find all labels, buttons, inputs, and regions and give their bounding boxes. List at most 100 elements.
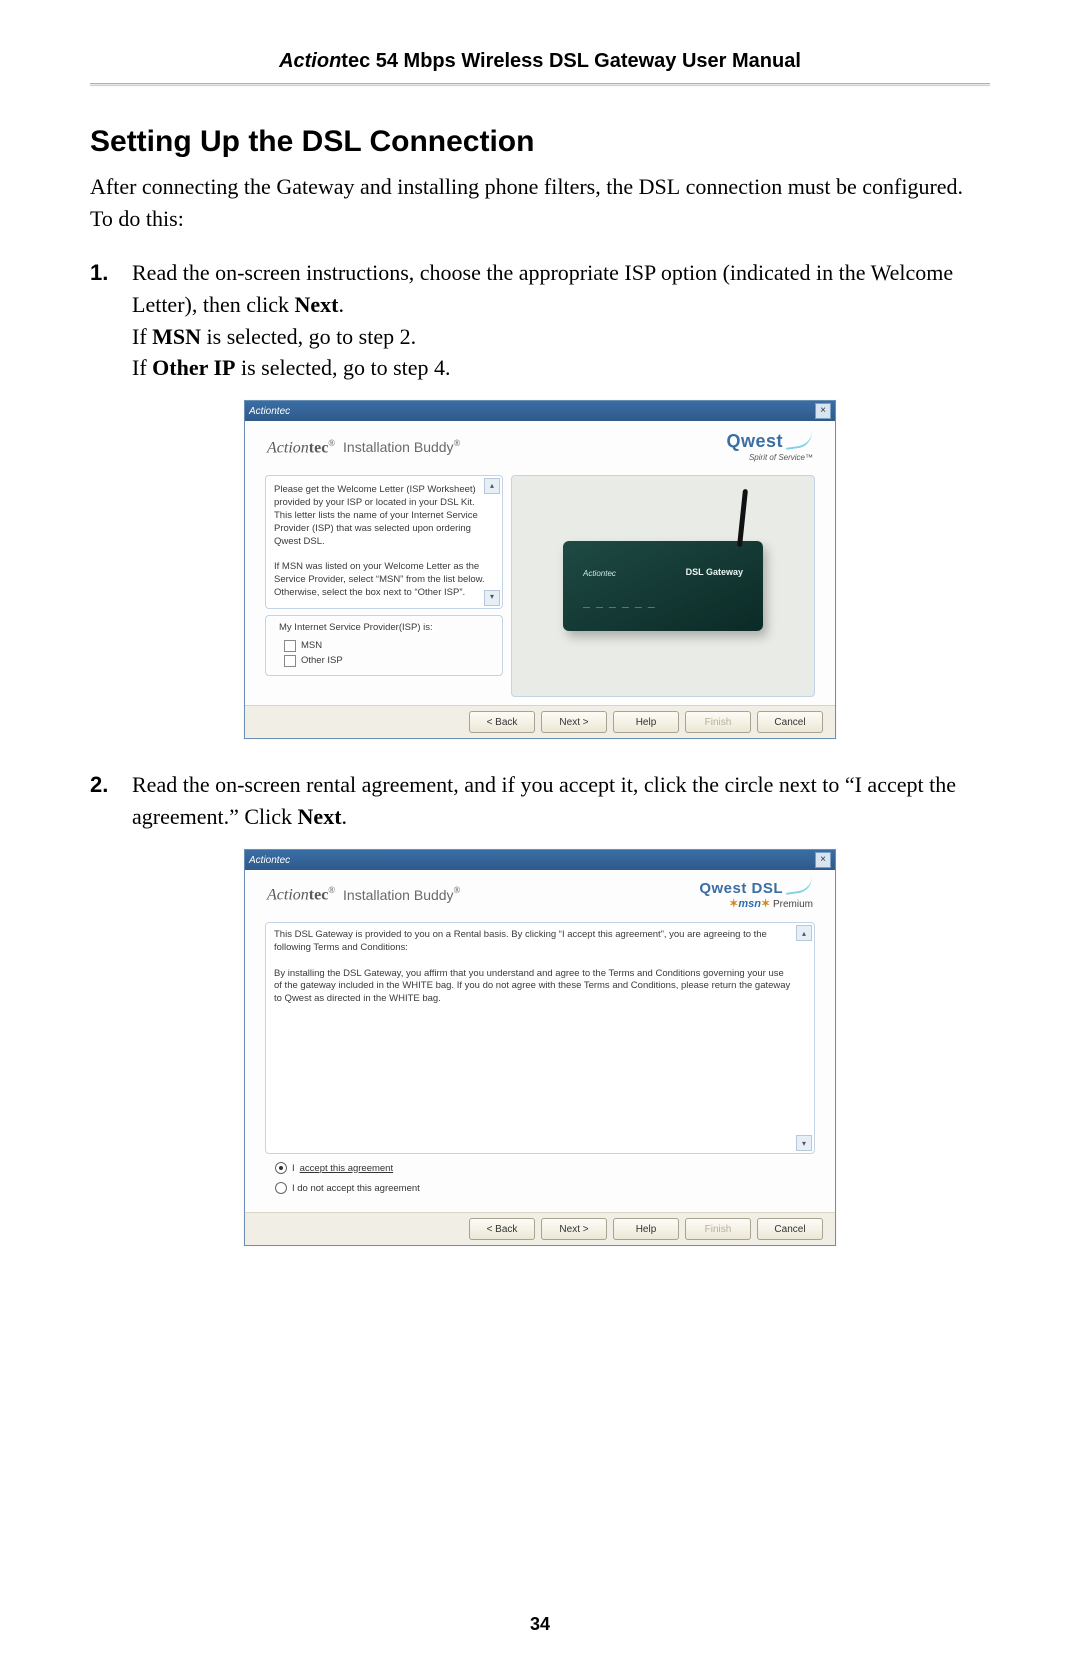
agreement-p1: This DSL Gateway is provided to you on a… — [274, 929, 792, 955]
dialog1-button-bar: < Back Next > Help Finish Cancel — [245, 705, 835, 738]
checkbox-icon[interactable] — [284, 655, 296, 667]
dialog2-brand-sub: Installation Buddy — [339, 887, 453, 903]
qwest-text: Qwest — [726, 431, 783, 452]
agreement-p2: By installing the DSL Gateway, you affir… — [274, 968, 792, 1006]
isp-fieldset: My Internet Service Provider(ISP) is: MS… — [265, 615, 503, 676]
qwest-dsl-text: Qwest DSL — [699, 880, 783, 897]
msn-butterfly-icon: ✶ — [761, 898, 770, 910]
manual-page: Actiontec 54 Mbps Wireless DSL Gateway U… — [0, 0, 1080, 1669]
dialog1-brand-sub: Installation Buddy — [339, 439, 453, 455]
agreement-panel: ▴ This DSL Gateway is provided to you on… — [265, 922, 815, 1154]
dialog2-brand-it: Action — [267, 887, 309, 904]
dialog1-header: Actiontec® Installation Buddy® Qwest Spi… — [245, 421, 835, 469]
dialog1-brand-sub-tm: ® — [454, 438, 461, 448]
dialog2-brand-sub-tm: ® — [454, 885, 461, 895]
router-brand-label: Actiontec — [583, 569, 616, 578]
router-image-panel: Actiontec DSL Gateway — — — — — — — [511, 475, 815, 697]
next-button[interactable]: Next > — [541, 711, 607, 733]
dialog1-brand: Actiontec® Installation Buddy® — [267, 438, 460, 457]
msn-butterfly-icon: ✶ — [729, 898, 738, 910]
scroll-up-icon[interactable]: ▴ — [796, 925, 812, 941]
step1-l1-bold: Next — [294, 292, 338, 317]
header-divider — [90, 83, 990, 85]
cancel-button[interactable]: Cancel — [757, 1218, 823, 1240]
dialog1-body: ▴ Please get the Welcome Letter (ISP Wor… — [245, 469, 835, 705]
qwest-dsl-logo: Qwest DSL ✶msn✶ Premium — [699, 880, 813, 910]
step1-l1-post: . — [338, 292, 344, 317]
scroll-down-icon[interactable]: ▾ — [796, 1135, 812, 1151]
step1-l3-post: is selected, go to step 4. — [235, 355, 450, 380]
isp-option-other[interactable]: Other ISP — [284, 655, 492, 667]
dialog1-para2: If MSN was listed on your Welcome Letter… — [274, 561, 494, 599]
dialog2-button-bar: < Back Next > Help Finish Cancel — [245, 1212, 835, 1245]
finish-button: Finish — [685, 1218, 751, 1240]
dialog1-titlebar: Actiontec × — [245, 401, 835, 421]
dialog2-brand-bold: tec — [309, 887, 329, 904]
step1-l3-pre: If — [132, 355, 152, 380]
intro-pre: After connecting the Gateway and install… — [90, 174, 639, 199]
page-header: Actiontec 54 Mbps Wireless DSL Gateway U… — [90, 50, 990, 83]
back-button[interactable]: < Back — [469, 711, 535, 733]
next-button[interactable]: Next > — [541, 1218, 607, 1240]
msn-text: msn — [738, 898, 761, 910]
step1-l2-bold: MSN — [152, 324, 201, 349]
step2-l1-post: . — [342, 804, 348, 829]
screenshot-1-wrap: Actiontec × Actiontec® Installation Budd… — [90, 400, 990, 739]
help-button[interactable]: Help — [613, 711, 679, 733]
help-button[interactable]: Help — [613, 1218, 679, 1240]
step1-l1-pre: Read the on-screen instructions, choose … — [132, 260, 953, 317]
dialog1-para1: Please get the Welcome Letter (ISP Works… — [274, 484, 494, 548]
router-leds-icon: — — — — — — — [583, 604, 657, 611]
finish-button: Finish — [685, 711, 751, 733]
step-1: 1. Read the on-screen instructions, choo… — [90, 257, 990, 385]
msn-premium-logo: ✶msn✶ Premium — [729, 898, 813, 910]
close-icon[interactable]: × — [815, 403, 831, 419]
qwest-swoosh-icon — [784, 875, 814, 895]
step-2: 2. Read the on-screen rental agreement, … — [90, 769, 990, 833]
close-icon[interactable]: × — [815, 852, 831, 868]
section-title: Setting Up the DSL Connection — [90, 125, 990, 159]
step-2-body: Read the on-screen rental agreement, and… — [132, 769, 990, 833]
router-model-label: DSL Gateway — [686, 567, 743, 577]
step-1-number: 1. — [90, 257, 132, 385]
step1-l3-bold: Other IP — [152, 355, 235, 380]
radio-selected-icon[interactable] — [275, 1162, 287, 1174]
accept-pre: I — [292, 1163, 295, 1174]
reject-agreement-radio[interactable]: I do not accept this agreement — [275, 1182, 815, 1194]
step-2-number: 2. — [90, 769, 132, 833]
back-button[interactable]: < Back — [469, 1218, 535, 1240]
intro-paragraph: After connecting the Gateway and install… — [90, 171, 990, 235]
step2-l1-bold: Next — [298, 804, 342, 829]
dialog1-brand-bold: tec — [309, 439, 329, 456]
isp-other-label: Other ISP — [301, 655, 343, 666]
dialog2-title-text: Actiontec — [249, 855, 290, 866]
step1-l2-post: is selected, go to step 2. — [201, 324, 416, 349]
dialog1-brand-tm: ® — [328, 438, 335, 448]
screenshot-2-wrap: Actiontec × Actiontec® Installation Budd… — [90, 849, 990, 1246]
scroll-up-icon[interactable]: ▴ — [484, 478, 500, 494]
dialog2-brand: Actiontec® Installation Buddy® — [267, 885, 460, 904]
reject-label: I do not accept this agreement — [292, 1183, 420, 1194]
scroll-down-icon[interactable]: ▾ — [484, 590, 500, 606]
cancel-button[interactable]: Cancel — [757, 711, 823, 733]
checkbox-icon[interactable] — [284, 640, 296, 652]
router-illustration: Actiontec DSL Gateway — — — — — — — [563, 541, 763, 631]
page-number: 34 — [0, 1614, 1080, 1635]
msn-premium-text: Premium — [770, 899, 813, 910]
isp-msn-label: MSN — [301, 640, 322, 651]
radio-unselected-icon[interactable] — [275, 1182, 287, 1194]
step-1-body: Read the on-screen instructions, choose … — [132, 257, 990, 385]
install-buddy-dialog-1: Actiontec × Actiontec® Installation Budd… — [244, 400, 836, 739]
isp-legend: My Internet Service Provider(ISP) is: — [276, 622, 436, 633]
isp-option-msn[interactable]: MSN — [284, 640, 492, 652]
qwest-tagline: Spirit of Service™ — [749, 453, 813, 462]
dialog2-brand-tm: ® — [328, 885, 335, 895]
dialog1-instructions-panel: ▴ Please get the Welcome Letter (ISP Wor… — [265, 475, 503, 608]
qwest-logo: Qwest Spirit of Service™ — [726, 431, 813, 463]
dialog2-titlebar: Actiontec × — [245, 850, 835, 870]
install-buddy-dialog-2: Actiontec × Actiontec® Installation Budd… — [244, 849, 836, 1246]
qwest-swoosh-icon — [784, 430, 814, 450]
accept-underline: accept this agreement — [300, 1163, 393, 1174]
dialog2-body: ▴ This DSL Gateway is provided to you on… — [245, 916, 835, 1212]
accept-agreement-radio[interactable]: I accept this agreement — [275, 1162, 815, 1174]
